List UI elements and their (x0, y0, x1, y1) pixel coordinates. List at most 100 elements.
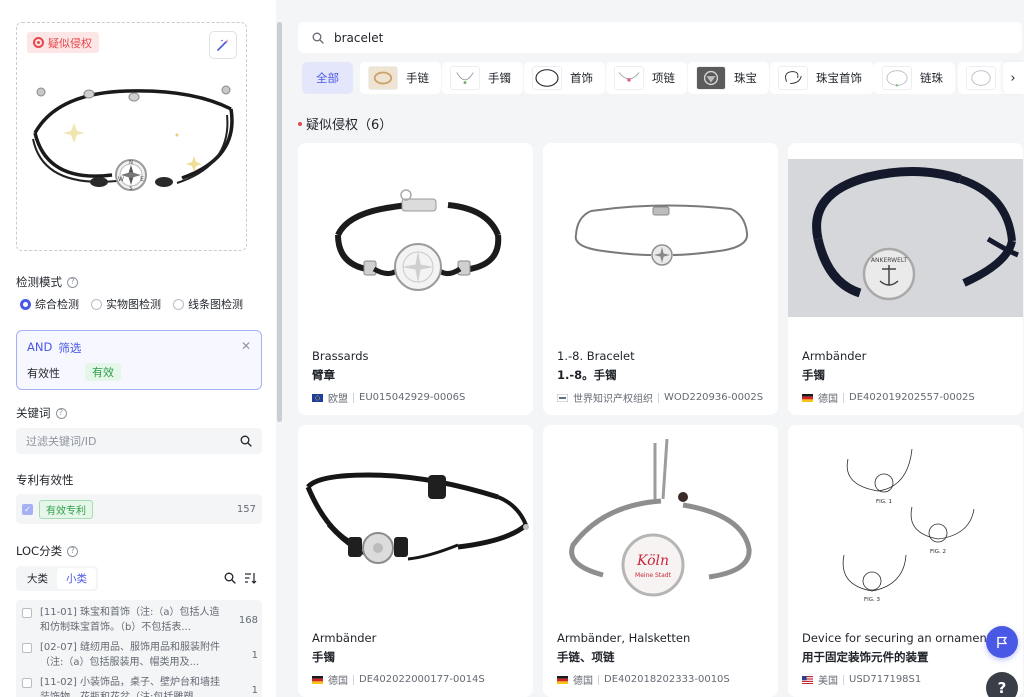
result-meta: 世界知识产权组织 WOD220936-0002S (557, 390, 763, 405)
list-item[interactable]: [11-01] 珠宝和首饰（注:（a）包括人造和仿制珠宝首饰。（b）不包括表..… (22, 605, 258, 635)
radio-circle (173, 298, 184, 310)
loc-tabs: 大类 小类 (16, 566, 98, 591)
magic-wand-button[interactable] (209, 31, 237, 59)
divider (598, 674, 599, 685)
germany-flag-icon (557, 675, 568, 684)
result-id: EU015042929-0006S (359, 392, 466, 403)
result-card[interactable]: Köln Meine Stadt Armbänder, Halsketten 手… (543, 425, 778, 697)
result-image (543, 143, 778, 333)
result-region: 欧盟 (328, 394, 348, 405)
filter-value-tag[interactable]: 有效 (85, 363, 121, 381)
radio-label: 实物图检测 (106, 298, 161, 311)
list-item[interactable]: [11-02] 小装饰品，桌子、壁炉台和墙挂装饰物，花瓶和花盆（注:包括雕塑..… (22, 675, 258, 697)
keyword-input[interactable]: 过滤关键词/ID (16, 428, 262, 454)
category-chips: 全部 手链 手镯 首饰 项链 珠宝 珠宝首饰 链珠 › (302, 62, 1024, 95)
radio-line-drawing[interactable]: 线条图检测 (173, 296, 243, 312)
validity-label: 专利有效性 (16, 472, 74, 488)
tab-minor-class[interactable]: 小类 (57, 568, 96, 589)
divider (353, 392, 354, 403)
chip-gem-jewelry[interactable]: 珠宝首饰 (770, 62, 874, 94)
checkbox-checked[interactable]: ✓ (22, 503, 33, 515)
result-chinese-name: 手镯 (312, 650, 335, 664)
result-id: DE402019202557-0002S (849, 392, 975, 403)
chip-bangle[interactable]: 手镯 (442, 62, 523, 94)
loc-item-text: [11-02] 小装饰品，桌子、壁炉台和墙挂装饰物，花瓶和花盆（注:包括雕塑..… (40, 677, 221, 697)
result-name: 1.-8. Bracelet (557, 349, 635, 363)
chip-gem[interactable]: 珠宝 (688, 62, 769, 94)
help-icon[interactable]: ? (55, 407, 67, 419)
list-item[interactable]: [02-07] 缝纫用品、服饰用品和服装附件（注:（a）包括服装用、帽类用及..… (22, 640, 258, 670)
search-icon[interactable] (240, 435, 252, 447)
result-image: FIG. 1 FIG. 2 FIG. 3 (788, 425, 1023, 615)
infringement-warning-tag: 疑似侵权 (27, 32, 99, 53)
chip-label: 首饰 (570, 71, 593, 85)
query-image-box[interactable]: N W E S 疑似侵权 (16, 22, 247, 251)
validity-option[interactable]: ✓ 有效专利 157 (16, 494, 262, 524)
result-id: DE402018202333-0010S (604, 674, 730, 685)
radio-photo[interactable]: 实物图检测 (91, 296, 161, 312)
stamp-subtext: Meine Stadt (635, 572, 672, 579)
result-meta: 德国 DE402022000177-0014S (312, 672, 485, 687)
checkbox[interactable] (22, 643, 32, 653)
keyword-label-text: 关键词 (16, 406, 51, 420)
filter-and-label: AND (27, 340, 53, 354)
eu-flag-icon (312, 393, 323, 402)
result-card[interactable]: Armbänder 手镯 德国 DE402022000177-0014S (298, 425, 533, 697)
help-icon[interactable]: ? (67, 276, 78, 288)
compass-letter-e: E (140, 176, 144, 183)
chip-bracelet-chain[interactable]: 手链 (360, 62, 441, 94)
close-icon[interactable]: ✕ (241, 339, 251, 353)
chip-necklace[interactable]: 项链 (606, 62, 687, 94)
loc-item-count: 1 (251, 685, 258, 696)
magic-wand-icon (217, 39, 229, 51)
checkbox[interactable] (22, 678, 32, 688)
chip-thumbnail (882, 66, 912, 90)
radio-label: 综合检测 (35, 298, 79, 311)
radio-comprehensive[interactable]: 综合检测 (20, 296, 79, 312)
divider (843, 674, 844, 685)
result-card[interactable]: ANKERWELT Armbänder 手镯 德国 DE402019202557… (788, 143, 1023, 415)
help-button[interactable]: ? (986, 672, 1018, 697)
result-card[interactable]: Brassards 臂章 欧盟 EU015042929-0006S (298, 143, 533, 415)
detect-mode-options: 综合检测 实物图检测 线条图检测 (20, 296, 243, 312)
result-id: USD717198S1 (849, 674, 922, 685)
figure-label: FIG. 3 (864, 597, 881, 603)
result-card[interactable]: FIG. 1 FIG. 2 FIG. 3 Device for securing… (788, 425, 1023, 697)
radio-label: 线条图检测 (188, 298, 243, 311)
result-meta: 德国 DE402018202333-0010S (557, 672, 730, 687)
result-image: Köln Meine Stadt (543, 425, 778, 615)
compass-letter-n: N (129, 160, 133, 166)
loc-class-list: [11-01] 珠宝和首饰（注:（a）包括人造和仿制珠宝首饰。（b）不包括表..… (16, 600, 262, 697)
result-name: Armbänder (312, 631, 377, 645)
search-icon[interactable] (224, 572, 236, 584)
sort-icon[interactable] (244, 572, 257, 584)
left-scrollbar-thumb[interactable] (277, 22, 282, 422)
help-icon[interactable]: ? (67, 545, 79, 557)
result-meta: 美国 USD717198S1 (802, 672, 921, 687)
feedback-button[interactable] (986, 626, 1018, 658)
result-region: 德国 (328, 676, 348, 687)
chip-chain-bead[interactable]: 链珠 (874, 62, 955, 94)
chevron-right-icon[interactable]: › (1003, 62, 1023, 94)
engraving-text: ANKERWELT (871, 257, 907, 264)
result-name: Armbänder, Halsketten (557, 631, 691, 645)
filter-key: 有效性 (27, 367, 60, 380)
result-card[interactable]: 1.-8. Bracelet 1.-8。手镯 世界知识产权组织 WOD22093… (543, 143, 778, 415)
keyword-placeholder: 过滤关键词/ID (26, 435, 97, 448)
result-image (298, 425, 533, 615)
tab-major-class[interactable]: 大类 (18, 568, 57, 589)
result-name: Armbänder (802, 349, 867, 363)
chip-thumbnail (614, 66, 644, 90)
filter-title-text: 筛选 (58, 341, 82, 355)
germany-flag-icon (802, 393, 813, 402)
keyword-label: 关键词 ? (16, 405, 67, 421)
result-id: WOD220936-0002S (664, 392, 764, 403)
checkbox[interactable] (22, 608, 32, 618)
search-input[interactable]: bracelet (298, 22, 1022, 53)
chip-label: 珠宝 (734, 71, 757, 85)
chip-all[interactable]: 全部 (302, 62, 353, 94)
loc-item-text: [11-01] 珠宝和首饰（注:（a）包括人造和仿制珠宝首饰。（b）不包括表..… (40, 607, 220, 633)
chip-jewelry[interactable]: 首饰 (524, 62, 605, 94)
chip-label: 全部 (316, 71, 339, 85)
radio-circle (91, 298, 102, 310)
